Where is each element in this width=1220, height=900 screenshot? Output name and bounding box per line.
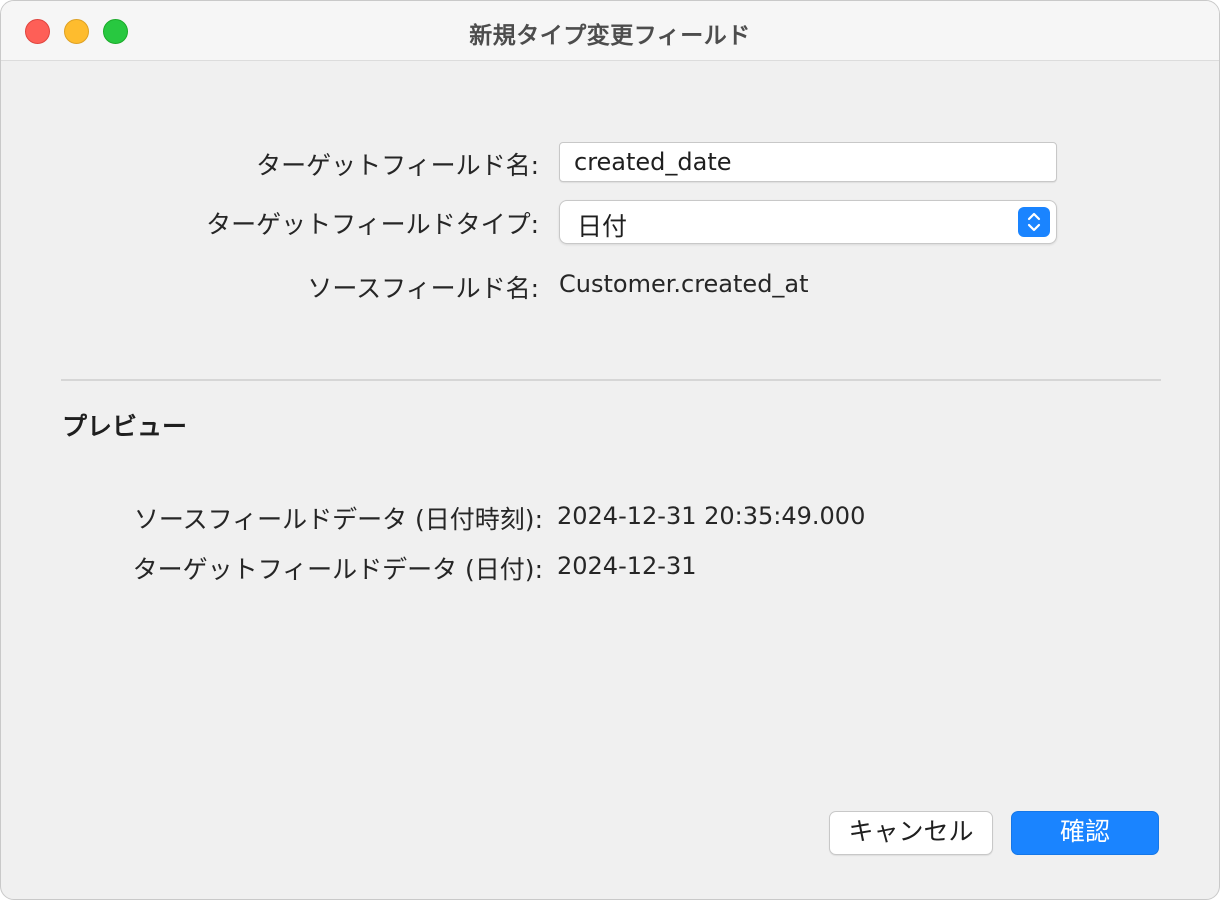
- preview-title: プレビュー: [62, 412, 188, 441]
- source-field-name-value: Customer.created_at: [559, 270, 809, 298]
- target-field-name-input[interactable]: created_date: [559, 142, 1057, 182]
- target-data-label: ターゲットフィールドデータ (日付):: [132, 555, 543, 584]
- title-bar: 新規タイプ変更フィールド: [1, 1, 1219, 61]
- target-field-name-label: ターゲットフィールド名:: [256, 151, 539, 180]
- cancel-button[interactable]: キャンセル: [829, 811, 993, 855]
- chevron-up-down-icon: [1018, 207, 1050, 237]
- source-field-name-label: ソースフィールド名:: [307, 274, 539, 303]
- target-field-type-select[interactable]: 日付: [559, 200, 1057, 244]
- window-title: 新規タイプ変更フィールド: [469, 23, 751, 49]
- target-data-value: 2024-12-31: [557, 552, 697, 580]
- target-field-type-value: 日付: [577, 212, 628, 241]
- dialog-window: 新規タイプ変更フィールド ターゲットフィールド名: created_date タ…: [0, 0, 1220, 900]
- source-data-value: 2024-12-31 20:35:49.000: [557, 502, 866, 530]
- source-data-label: ソースフィールドデータ (日付時刻):: [133, 505, 543, 534]
- target-field-type-label: ターゲットフィールドタイプ:: [206, 210, 539, 239]
- section-divider: [61, 379, 1161, 381]
- confirm-button[interactable]: 確認: [1011, 811, 1159, 855]
